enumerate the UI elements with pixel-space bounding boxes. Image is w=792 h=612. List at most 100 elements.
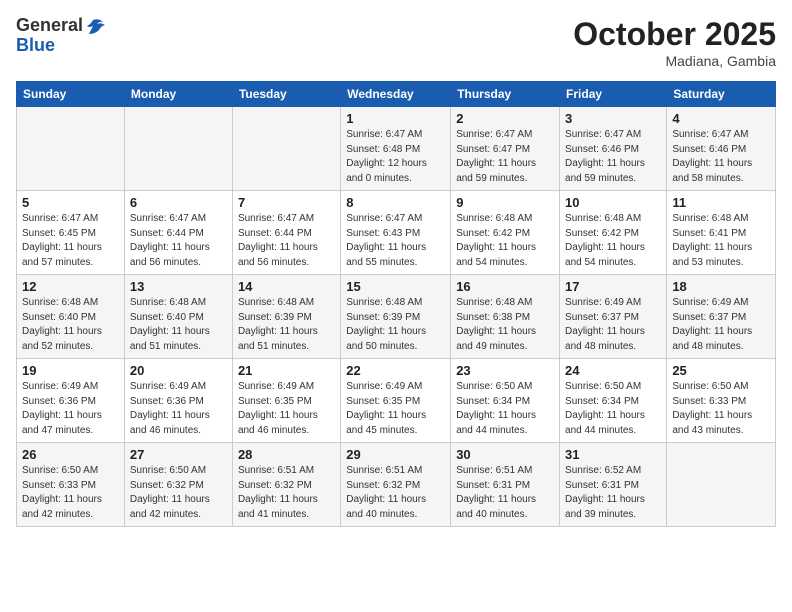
header-day-sunday: Sunday xyxy=(17,82,125,107)
day-number: 14 xyxy=(238,279,335,294)
day-info: Sunrise: 6:47 AMSunset: 6:44 PMDaylight:… xyxy=(130,212,227,270)
day-info: Sunrise: 6:50 AMSunset: 6:33 PMDaylight:… xyxy=(22,464,119,522)
day-cell: 30Sunrise: 6:51 AMSunset: 6:31 PMDayligh… xyxy=(451,443,560,527)
day-number: 21 xyxy=(238,363,335,378)
day-cell: 7Sunrise: 6:47 AMSunset: 6:44 PMDaylight… xyxy=(232,191,340,275)
header-day-monday: Monday xyxy=(124,82,232,107)
day-cell: 22 Sunrise: 6:49 AMSunset: 6:35 PMDayligh… xyxy=(341,359,451,443)
day-cell: 17Sunrise: 6:49 AMSunset: 6:37 PMDayligh… xyxy=(560,275,667,359)
day-number: 9 xyxy=(456,195,554,210)
day-info: Sunrise: 6:48 AMSunset: 6:42 PMDaylight:… xyxy=(456,212,554,270)
day-cell: 29 Sunrise: 6:51 AMSunset: 6:32 PMDayligh… xyxy=(341,443,451,527)
day-cell: 5 Sunrise: 6:47 AMSunset: 6:45 PMDaylight… xyxy=(17,191,125,275)
day-info: Sunrise: 6:48 AMSunset: 6:40 PMDaylight:… xyxy=(22,296,119,354)
day-number: 6 xyxy=(130,195,227,210)
day-cell: 21 Sunrise: 6:49 AMSunset: 6:35 PMDayligh… xyxy=(232,359,340,443)
day-number: 26 xyxy=(22,447,119,462)
day-info: Sunrise: 6:50 AMSunset: 6:34 PMDaylight:… xyxy=(565,380,661,438)
calendar-table: SundayMondayTuesdayWednesdayThursdayFrid… xyxy=(16,81,776,527)
day-cell: 14Sunrise: 6:48 AMSunset: 6:39 PMDayligh… xyxy=(232,275,340,359)
day-number: 5 xyxy=(22,195,119,210)
day-cell: 3 Sunrise: 6:47 AMSunset: 6:46 PMDaylight… xyxy=(560,107,667,191)
day-info: Sunrise: 6:51 AMSunset: 6:31 PMDaylight:… xyxy=(456,464,554,522)
header-day-saturday: Saturday xyxy=(667,82,776,107)
day-number: 27 xyxy=(130,447,227,462)
day-info: Sunrise: 6:47 AMSunset: 6:44 PMDaylight:… xyxy=(238,212,335,270)
day-info: Sunrise: 6:50 AMSunset: 6:34 PMDaylight:… xyxy=(456,380,554,438)
day-info: Sunrise: 6:48 AMSunset: 6:39 PMDaylight:… xyxy=(346,296,445,354)
day-cell: 16Sunrise: 6:48 AMSunset: 6:38 PMDayligh… xyxy=(451,275,560,359)
day-info: Sunrise: 6:49 AMSunset: 6:36 PMDaylight:… xyxy=(130,380,227,438)
day-cell: 18Sunrise: 6:49 AMSunset: 6:37 PMDayligh… xyxy=(667,275,776,359)
day-info: Sunrise: 6:50 AMSunset: 6:32 PMDaylight:… xyxy=(130,464,227,522)
day-info: Sunrise: 6:47 AMSunset: 6:46 PMDaylight:… xyxy=(565,128,661,186)
week-row-1: 1Sunrise: 6:47 AMSunset: 6:48 PMDaylight… xyxy=(17,107,776,191)
day-cell: 1Sunrise: 6:47 AMSunset: 6:48 PMDaylight… xyxy=(341,107,451,191)
day-number: 19 xyxy=(22,363,119,378)
week-row-2: 5 Sunrise: 6:47 AMSunset: 6:45 PMDaylight… xyxy=(17,191,776,275)
header-day-thursday: Thursday xyxy=(451,82,560,107)
calendar-body: 1Sunrise: 6:47 AMSunset: 6:48 PMDaylight… xyxy=(17,107,776,527)
day-cell: 28 Sunrise: 6:51 AMSunset: 6:32 PMDayligh… xyxy=(232,443,340,527)
day-cell: 23 Sunrise: 6:50 AMSunset: 6:34 PMDayligh… xyxy=(451,359,560,443)
day-cell: 26 Sunrise: 6:50 AMSunset: 6:33 PMDayligh… xyxy=(17,443,125,527)
day-cell xyxy=(232,107,340,191)
day-number: 8 xyxy=(346,195,445,210)
day-info: Sunrise: 6:47 AMSunset: 6:46 PMDaylight:… xyxy=(672,128,770,186)
title-block: October 2025 Madiana, Gambia xyxy=(573,16,776,69)
month-title: October 2025 xyxy=(573,16,776,53)
day-cell: 4 Sunrise: 6:47 AMSunset: 6:46 PMDaylight… xyxy=(667,107,776,191)
day-info: Sunrise: 6:49 AMSunset: 6:35 PMDaylight:… xyxy=(346,380,445,438)
day-cell xyxy=(17,107,125,191)
day-cell: 10 Sunrise: 6:48 AMSunset: 6:42 PMDayligh… xyxy=(560,191,667,275)
logo-general: General xyxy=(16,16,83,36)
day-number: 23 xyxy=(456,363,554,378)
day-number: 29 xyxy=(346,447,445,462)
day-number: 20 xyxy=(130,363,227,378)
day-cell xyxy=(124,107,232,191)
day-number: 25 xyxy=(672,363,770,378)
day-info: Sunrise: 6:51 AMSunset: 6:32 PMDaylight:… xyxy=(238,464,335,522)
day-number: 10 xyxy=(565,195,661,210)
day-info: Sunrise: 6:49 AMSunset: 6:35 PMDaylight:… xyxy=(238,380,335,438)
day-info: Sunrise: 6:48 AMSunset: 6:42 PMDaylight:… xyxy=(565,212,661,270)
day-cell xyxy=(667,443,776,527)
day-cell: 2Sunrise: 6:47 AMSunset: 6:47 PMDaylight… xyxy=(451,107,560,191)
day-cell: 8 Sunrise: 6:47 AMSunset: 6:43 PMDaylight… xyxy=(341,191,451,275)
day-info: Sunrise: 6:49 AMSunset: 6:36 PMDaylight:… xyxy=(22,380,119,438)
day-cell: 15Sunrise: 6:48 AMSunset: 6:39 PMDayligh… xyxy=(341,275,451,359)
day-info: Sunrise: 6:51 AMSunset: 6:32 PMDaylight:… xyxy=(346,464,445,522)
day-info: Sunrise: 6:49 AMSunset: 6:37 PMDaylight:… xyxy=(672,296,770,354)
header-row: SundayMondayTuesdayWednesdayThursdayFrid… xyxy=(17,82,776,107)
day-cell: 11Sunrise: 6:48 AMSunset: 6:41 PMDayligh… xyxy=(667,191,776,275)
day-info: Sunrise: 6:52 AMSunset: 6:31 PMDaylight:… xyxy=(565,464,661,522)
day-number: 4 xyxy=(672,111,770,126)
day-info: Sunrise: 6:50 AMSunset: 6:33 PMDaylight:… xyxy=(672,380,770,438)
day-info: Sunrise: 6:47 AMSunset: 6:45 PMDaylight:… xyxy=(22,212,119,270)
logo: General Blue xyxy=(16,16,107,56)
day-number: 17 xyxy=(565,279,661,294)
header-day-tuesday: Tuesday xyxy=(232,82,340,107)
day-number: 3 xyxy=(565,111,661,126)
day-number: 22 xyxy=(346,363,445,378)
day-info: Sunrise: 6:48 AMSunset: 6:41 PMDaylight:… xyxy=(672,212,770,270)
day-cell: 19 Sunrise: 6:49 AMSunset: 6:36 PMDayligh… xyxy=(17,359,125,443)
day-cell: 13Sunrise: 6:48 AMSunset: 6:40 PMDayligh… xyxy=(124,275,232,359)
logo-bird-icon xyxy=(85,16,107,38)
day-number: 16 xyxy=(456,279,554,294)
day-number: 12 xyxy=(22,279,119,294)
day-number: 31 xyxy=(565,447,661,462)
day-cell: 27 Sunrise: 6:50 AMSunset: 6:32 PMDayligh… xyxy=(124,443,232,527)
day-cell: 9 Sunrise: 6:48 AMSunset: 6:42 PMDaylight… xyxy=(451,191,560,275)
week-row-3: 12 Sunrise: 6:48 AMSunset: 6:40 PMDayligh… xyxy=(17,275,776,359)
day-number: 24 xyxy=(565,363,661,378)
day-cell: 20 Sunrise: 6:49 AMSunset: 6:36 PMDayligh… xyxy=(124,359,232,443)
week-row-5: 26 Sunrise: 6:50 AMSunset: 6:33 PMDayligh… xyxy=(17,443,776,527)
day-cell: 31 Sunrise: 6:52 AMSunset: 6:31 PMDayligh… xyxy=(560,443,667,527)
day-info: Sunrise: 6:47 AMSunset: 6:43 PMDaylight:… xyxy=(346,212,445,270)
day-number: 2 xyxy=(456,111,554,126)
day-number: 28 xyxy=(238,447,335,462)
location: Madiana, Gambia xyxy=(573,53,776,69)
logo-blue: Blue xyxy=(16,36,83,56)
day-info: Sunrise: 6:48 AMSunset: 6:40 PMDaylight:… xyxy=(130,296,227,354)
